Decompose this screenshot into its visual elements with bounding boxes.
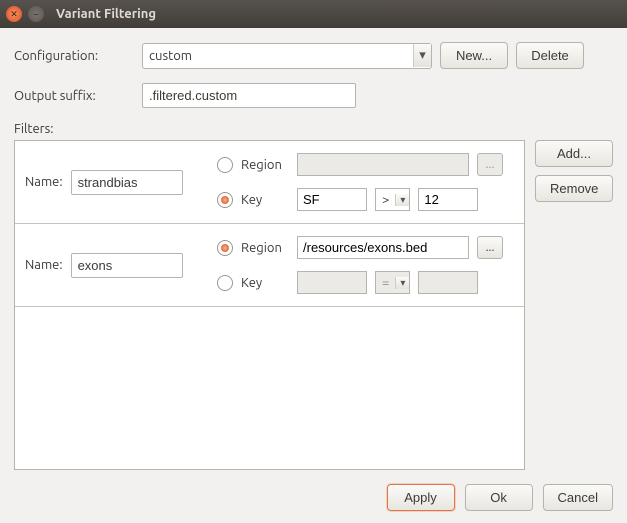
filter-row: Name: Region ... Key = <box>15 224 524 307</box>
add-filter-button[interactable]: Add... <box>535 140 613 167</box>
region-path-input[interactable] <box>297 236 469 259</box>
dialog-content: Configuration: custom ▾ New... Delete Ou… <box>0 28 627 523</box>
apply-button[interactable]: Apply <box>387 484 455 511</box>
configuration-combo[interactable]: custom ▾ <box>142 43 432 69</box>
delete-button[interactable]: Delete <box>516 42 584 69</box>
filters-area: Name: Region ... Key > <box>14 140 613 470</box>
titlebar: ✕ – Variant Filtering <box>0 0 627 28</box>
filter-name-label: Name: <box>25 258 63 272</box>
key-op-value: = <box>376 276 395 290</box>
region-radio-label: Region <box>241 158 289 172</box>
key-op-combo: = ▾ <box>375 271 410 294</box>
key-radio[interactable] <box>217 275 233 291</box>
key-radio[interactable] <box>217 192 233 208</box>
ok-button[interactable]: Ok <box>465 484 533 511</box>
key-radio-label: Key <box>241 193 289 207</box>
key-radio-label: Key <box>241 276 289 290</box>
key-value-input[interactable] <box>418 188 478 211</box>
region-radio[interactable] <box>217 240 233 256</box>
window-title: Variant Filtering <box>56 7 156 21</box>
filter-name-input[interactable] <box>71 170 183 195</box>
region-radio-label: Region <box>241 241 289 255</box>
filters-list: Name: Region ... Key > <box>14 140 525 470</box>
key-op-combo[interactable]: > ▾ <box>375 188 410 211</box>
configuration-value: custom <box>149 49 192 63</box>
region-radio[interactable] <box>217 157 233 173</box>
configuration-label: Configuration: <box>14 49 134 63</box>
window-minimize-icon[interactable]: – <box>28 6 44 22</box>
chevron-down-icon: ▾ <box>395 277 409 289</box>
key-field-input <box>297 271 367 294</box>
remove-filter-button[interactable]: Remove <box>535 175 613 202</box>
filter-name-input[interactable] <box>71 253 183 278</box>
cancel-button[interactable]: Cancel <box>543 484 613 511</box>
key-value-input <box>418 271 478 294</box>
key-op-value: > <box>376 193 395 207</box>
dialog-footer: Apply Ok Cancel <box>14 470 613 511</box>
new-button[interactable]: New... <box>440 42 508 69</box>
output-label: Output suffix: <box>14 89 134 103</box>
output-suffix-input[interactable] <box>142 83 356 108</box>
region-path-input <box>297 153 469 176</box>
output-row: Output suffix: <box>14 83 613 108</box>
filters-label: Filters: <box>14 122 613 136</box>
browse-region-button[interactable]: ... <box>477 236 503 259</box>
browse-region-button: ... <box>477 153 503 176</box>
window-close-icon[interactable]: ✕ <box>6 6 22 22</box>
chevron-down-icon: ▾ <box>413 44 431 67</box>
filter-name-label: Name: <box>25 175 63 189</box>
key-field-input[interactable] <box>297 188 367 211</box>
chevron-down-icon: ▾ <box>395 194 409 206</box>
configuration-row: Configuration: custom ▾ New... Delete <box>14 42 613 69</box>
filter-row: Name: Region ... Key > <box>15 141 524 224</box>
